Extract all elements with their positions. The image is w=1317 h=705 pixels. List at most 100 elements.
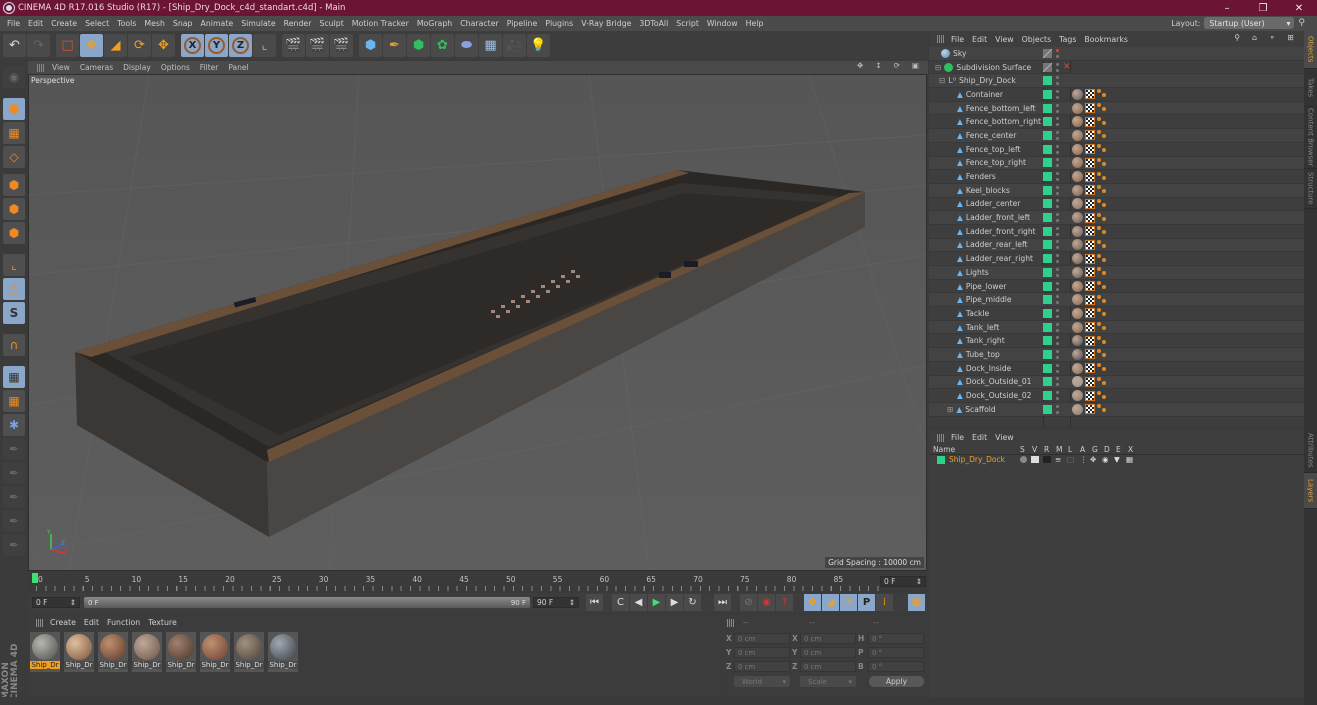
menu-3dtoall[interactable]: 3DToAll — [639, 19, 668, 28]
layer-color-icon[interactable] — [1043, 172, 1052, 182]
visibility-toggle[interactable] — [1056, 240, 1060, 250]
position-y-field[interactable]: 0 cm — [734, 647, 790, 658]
object-row[interactable]: ▲ Ladder_rear_left — [929, 238, 1304, 253]
search-icon[interactable]: ⚲ — [1298, 18, 1305, 28]
material-tag-icon[interactable] — [1072, 116, 1083, 128]
visibility-toggle[interactable] — [1056, 62, 1060, 72]
next-key-button[interactable]: ↻ — [684, 594, 701, 611]
material-tag-icon[interactable] — [1072, 321, 1083, 333]
editor-visibility-icon[interactable] — [1056, 172, 1059, 176]
python-button[interactable]: ✱ — [3, 414, 25, 436]
editor-visibility-icon[interactable] — [1056, 76, 1059, 80]
texture-tag-icon[interactable] — [1085, 349, 1095, 360]
perspective-viewport[interactable]: Perspective Grid Spacing : 10000 cm Y X … — [28, 74, 927, 571]
material-swatch[interactable]: Ship_Dr — [166, 632, 196, 672]
texture-tag-icon[interactable] — [1085, 212, 1095, 223]
editor-visibility-icon[interactable] — [1056, 62, 1059, 66]
solo-toggle-icon[interactable] — [1020, 456, 1027, 463]
render-visibility-icon[interactable] — [1056, 397, 1059, 401]
texture-tag-icon[interactable] — [1085, 144, 1095, 155]
end-frame-field[interactable]: 90 F ⇕ — [533, 597, 579, 608]
uvw-tag-icon[interactable] — [1097, 130, 1107, 140]
uvw-tag-icon[interactable] — [1097, 376, 1107, 387]
tab-objects[interactable]: Objects — [1304, 31, 1317, 69]
menu-select[interactable]: Select — [85, 19, 109, 28]
render-visibility-icon[interactable] — [1056, 260, 1059, 264]
material-tag-icon[interactable] — [1072, 198, 1083, 210]
spinner-icon[interactable]: ⇕ — [569, 598, 575, 607]
render-visibility-icon[interactable] — [1056, 383, 1059, 387]
layer-color-swatch[interactable] — [937, 456, 945, 464]
mat-menu-edit[interactable]: Edit — [84, 618, 99, 627]
orbit-icon[interactable]: ⟳ — [894, 61, 900, 70]
x-axis-button[interactable]: X — [181, 33, 204, 57]
material-tag-icon[interactable] — [1072, 266, 1083, 278]
layer-color-icon[interactable] — [1043, 377, 1052, 387]
subdivision-button[interactable]: ⬢ — [407, 33, 430, 57]
spinner-icon[interactable]: ⇕ — [70, 598, 76, 607]
key-point-level-button[interactable]: ⁞ — [876, 594, 893, 611]
layer-menu-edit[interactable]: Edit — [972, 433, 987, 442]
move-button[interactable]: ✥ — [80, 33, 103, 57]
lock-workplane-button[interactable]: ▦ — [3, 366, 25, 388]
menu-snap[interactable]: Snap — [173, 19, 193, 28]
key-parameter-button[interactable]: P — [858, 594, 875, 611]
mat-menu-texture[interactable]: Texture — [148, 618, 177, 627]
material-tag-icon[interactable] — [1072, 88, 1083, 100]
object-row[interactable]: ▲ Pipe_middle — [929, 293, 1304, 308]
render-visibility-icon[interactable] — [1056, 301, 1059, 305]
editor-visibility-icon[interactable] — [1056, 391, 1059, 395]
viewport-menu-view[interactable]: View — [52, 63, 70, 72]
home-icon[interactable]: ⌂ — [1252, 33, 1257, 42]
workplane-align-button[interactable]: ▦ — [3, 390, 25, 412]
eye-icon[interactable]: ⚬ — [1269, 33, 1276, 42]
texture-tag-icon[interactable] — [1085, 404, 1095, 415]
layer-color-icon[interactable] — [1043, 391, 1052, 401]
obj-menu-view[interactable]: View — [995, 35, 1014, 44]
tab-attributes[interactable]: Attributes — [1304, 429, 1317, 473]
render-visibility-icon[interactable] — [1056, 191, 1059, 195]
render-settings-button[interactable]: 🎬 — [330, 33, 353, 57]
keyframe-selection-button[interactable]: ? — [776, 594, 793, 611]
menu-pipeline[interactable]: Pipeline — [507, 19, 538, 28]
material-tag-icon[interactable] — [1072, 348, 1083, 360]
editor-visibility-icon[interactable] — [1056, 89, 1059, 93]
previous-key-button[interactable]: C — [612, 594, 629, 611]
obj-menu-tags[interactable]: Tags — [1059, 35, 1076, 44]
material-tag-icon[interactable] — [1072, 335, 1083, 347]
render-visibility-icon[interactable] — [1056, 109, 1059, 113]
editor-visibility-icon[interactable] — [1056, 185, 1059, 189]
editor-visibility-icon[interactable] — [1056, 199, 1059, 203]
visibility-toggle[interactable] — [1056, 404, 1060, 414]
layer-color-icon[interactable] — [1043, 322, 1052, 332]
object-row[interactable]: ▲ Ladder_center — [929, 198, 1304, 212]
tab-structure[interactable]: Structure — [1304, 169, 1317, 209]
layer-color-icon[interactable] — [1043, 213, 1052, 223]
editor-visibility-icon[interactable] — [1056, 117, 1059, 121]
layer-color-icon[interactable] — [1043, 240, 1052, 250]
object-row[interactable]: ▲ Fence_top_right — [929, 156, 1304, 171]
material-tag-icon[interactable] — [1072, 157, 1083, 169]
solo-button[interactable]: S — [3, 302, 25, 324]
rotate-button[interactable]: ⟳ — [128, 33, 151, 57]
object-row[interactable]: ⊟ L⁰ Ship_Dry_Dock — [929, 74, 1304, 89]
texture-tag-icon[interactable] — [1085, 226, 1095, 237]
visibility-toggle[interactable] — [1056, 254, 1060, 264]
uvw-tag-icon[interactable] — [1097, 281, 1107, 291]
visibility-toggle[interactable] — [1056, 76, 1060, 86]
last-tool-button[interactable]: ✥ — [152, 33, 175, 57]
menu-script[interactable]: Script — [676, 19, 699, 28]
visibility-toggle[interactable] — [1056, 48, 1060, 58]
start-frame-field[interactable]: 0 F ⇕ — [32, 597, 80, 608]
coordinate-system-button[interactable]: ⌞ — [253, 33, 276, 57]
timeline-ruler[interactable]: 051015202530354045505560657075808590 — [32, 573, 890, 591]
scale-mode-dropdown[interactable]: Scale ▾ — [800, 676, 856, 687]
generators-toggle-icon[interactable]: ✥ — [1090, 455, 1096, 464]
material-tag-icon[interactable] — [1072, 294, 1083, 306]
uvw-tag-icon[interactable] — [1097, 239, 1107, 250]
layer-color-icon[interactable] — [1043, 89, 1052, 99]
menu-mograph[interactable]: MoGraph — [417, 19, 452, 28]
axis-mode-button[interactable]: ⌞ — [3, 254, 25, 276]
uvw-tag-icon[interactable] — [1097, 157, 1107, 168]
rotation-h-field[interactable]: 0 ° — [868, 633, 924, 644]
